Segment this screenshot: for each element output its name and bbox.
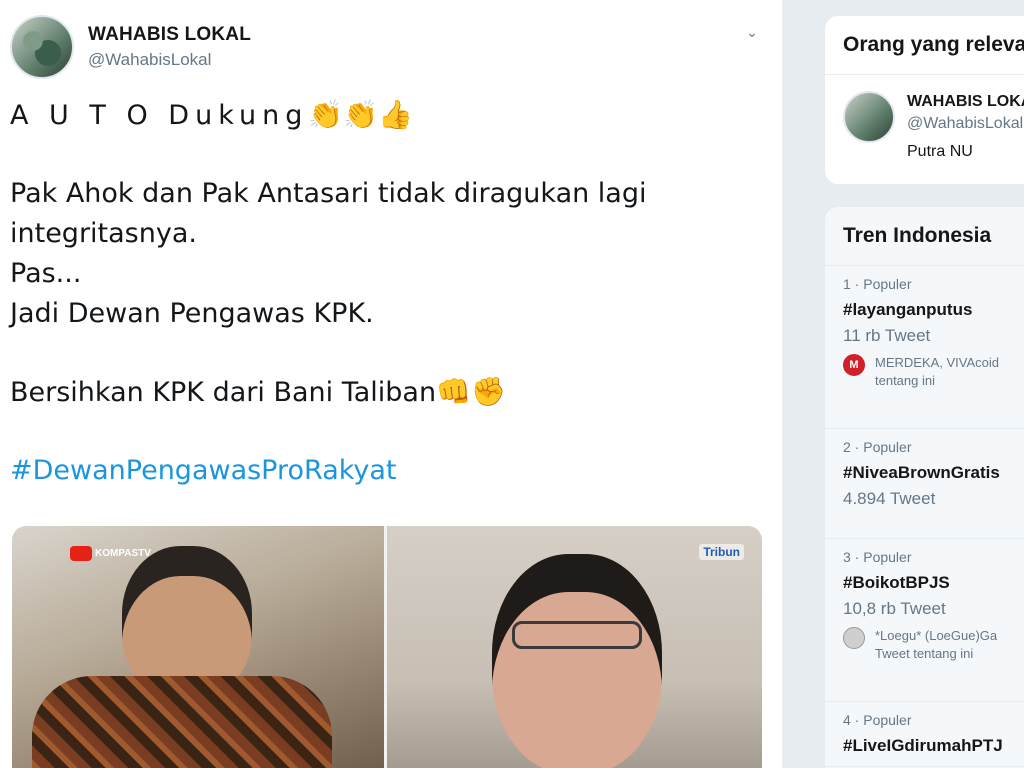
- tweet-column: WAHABIS LOKAL @WahabisLokal ⌄ A U T O Du…: [0, 0, 783, 768]
- media-left-panel: KOMPASTV: [12, 526, 384, 768]
- trend-item[interactable]: 2 · Populer #NiveaBrownGratis 4.894 Twee…: [825, 429, 1024, 539]
- trend-context: M MERDEKA, VIVAcoid tentang ini: [843, 354, 1024, 390]
- trend-meta: 1 · Populer: [843, 276, 912, 292]
- trend-name[interactable]: #layanganputus: [843, 300, 1024, 320]
- kompastv-logo: KOMPASTV: [70, 546, 151, 561]
- tweet-line-3: integritasnya.: [10, 218, 197, 249]
- glasses: [512, 621, 642, 649]
- clap-thumbs-emoji: 👏👏👍: [308, 98, 413, 131]
- tweet-line-2: Pak Ahok dan Pak Antasari tidak diraguka…: [10, 178, 647, 209]
- fist-emoji: 👊✊: [436, 375, 506, 408]
- trend-count: 10,8 rb Tweet: [843, 599, 946, 618]
- trend-item[interactable]: 4 · Populer #LiveIGdirumahPTJ: [825, 702, 1024, 767]
- tweet-line-5: Jadi Dewan Pengawas KPK.: [10, 298, 374, 329]
- trend-count: 11 rb Tweet: [843, 326, 931, 345]
- author-handle[interactable]: @WahabisLokal: [88, 50, 251, 70]
- avatar[interactable]: [10, 15, 74, 79]
- tweet-text: A U T O Dukung👏👏👍 Pak Ahok dan Pak Antas…: [10, 95, 770, 491]
- author-name[interactable]: WAHABIS LOKAL: [88, 24, 251, 46]
- tweet-header: WAHABIS LOKAL @WahabisLokal: [10, 15, 251, 79]
- trend-meta: 3 · Populer: [843, 549, 912, 565]
- user-avatar-icon: [843, 627, 865, 649]
- trends-card: Tren Indonesia 1 · Populer #layanganputu…: [824, 206, 1024, 768]
- tweet-media-image[interactable]: KOMPASTV Tribun: [12, 526, 762, 768]
- trend-item[interactable]: 1 · Populer #layanganputus 11 rb Tweet M…: [825, 266, 1024, 429]
- related-user-handle[interactable]: @WahabisLokal: [907, 115, 1024, 133]
- merdeka-logo-icon: M: [843, 354, 865, 376]
- trend-context-line: MERDEKA, VIVAcoid: [875, 355, 1000, 370]
- related-user-name[interactable]: WAHABIS LOKAL: [907, 93, 1024, 111]
- media-right-panel: Tribun: [384, 526, 762, 768]
- tweet-line-6: Bersihkan KPK dari Bani Taliban: [10, 377, 437, 408]
- trend-context: *Loegu* (LoeGue)Ga Tweet tentang ini: [843, 627, 1024, 663]
- trend-meta: 4 · Populer: [843, 712, 912, 728]
- trend-item[interactable]: 3 · Populer #BoikotBPJS 10,8 rb Tweet *L…: [825, 539, 1024, 702]
- trend-name[interactable]: #LiveIGdirumahPTJ: [843, 736, 1024, 756]
- hashtag-link[interactable]: #DewanPengawasProRakyat: [10, 455, 397, 486]
- youtube-icon: [70, 546, 92, 561]
- person-right: [492, 554, 662, 768]
- author-info: WAHABIS LOKAL @WahabisLokal: [88, 24, 251, 70]
- related-user[interactable]: WAHABIS LOKAL @WahabisLokal Putra NU: [843, 91, 1024, 161]
- trend-context-line: tentang ini: [875, 373, 935, 388]
- related-title: Orang yang relevan: [825, 16, 1024, 75]
- trend-meta: 2 · Populer: [843, 439, 912, 455]
- related-user-bio: Putra NU: [907, 143, 973, 160]
- person-left: [122, 546, 252, 696]
- trend-context-line: Tweet tentang ini: [875, 646, 974, 661]
- avatar[interactable]: [843, 91, 895, 143]
- related-people-card: Orang yang relevan WAHABIS LOKAL @Wahabi…: [824, 15, 1024, 185]
- tweet-line-1: A U T O Dukung: [10, 100, 309, 131]
- tweet-line-4: Pas...: [10, 258, 82, 289]
- trend-count: 4.894 Tweet: [843, 489, 936, 508]
- trend-name[interactable]: #BoikotBPJS: [843, 573, 1024, 593]
- trend-name[interactable]: #NiveaBrownGratis: [843, 463, 1024, 483]
- trend-context-line: *Loegu* (LoeGue)Ga: [875, 628, 998, 643]
- batik-shirt: [32, 676, 332, 768]
- chevron-down-icon[interactable]: ⌄: [742, 24, 762, 40]
- trends-title: Tren Indonesia: [825, 207, 1024, 266]
- tribun-logo: Tribun: [699, 544, 744, 560]
- related-user-info: WAHABIS LOKAL @WahabisLokal Putra NU: [907, 91, 1024, 161]
